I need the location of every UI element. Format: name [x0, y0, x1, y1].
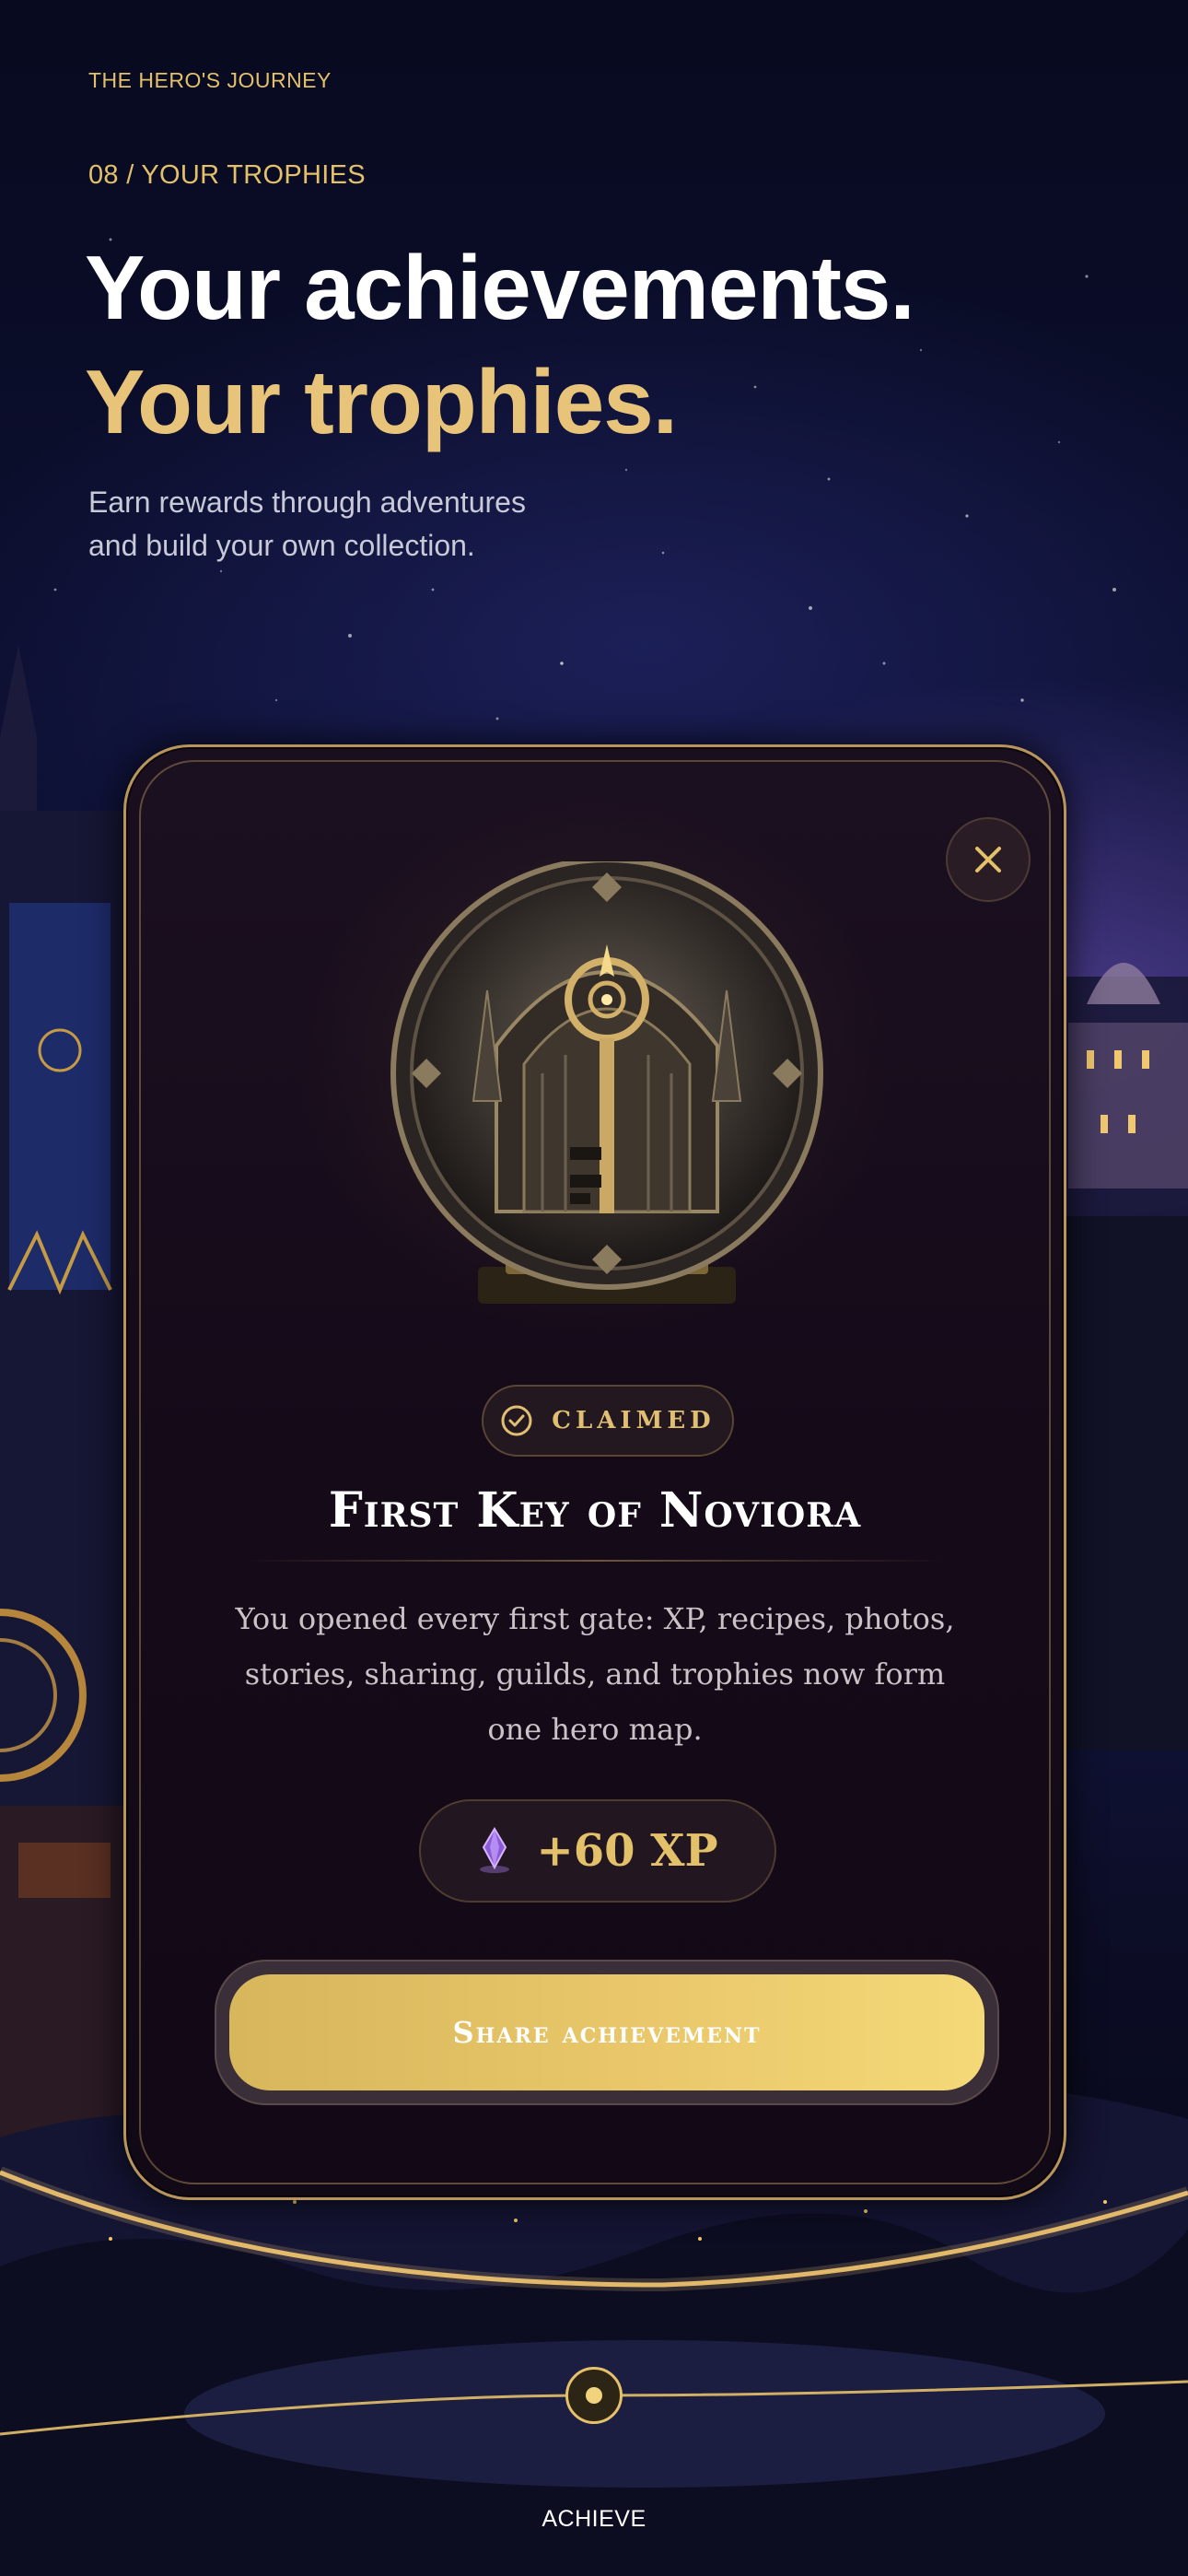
share-button-frame: Share achievement: [215, 1960, 999, 2105]
page-subtitle: Earn rewards through adventures and buil…: [88, 481, 678, 568]
xp-reward-label: +60 XP: [536, 1825, 718, 1877]
crystal-icon: [480, 1827, 510, 1873]
journey-node-button[interactable]: [565, 2367, 623, 2424]
key-medallion-icon: [386, 861, 828, 1304]
claimed-status-label: CLAIMED: [552, 1407, 716, 1434]
achievement-modal-inner: CLAIMED First Key of Noviora You opened …: [139, 760, 1051, 2184]
app-eyebrow: THE HERO'S JOURNEY: [88, 68, 332, 92]
trophies-screen: THE HERO'S JOURNEY 08 / YOUR TROPHIES Yo…: [0, 0, 1188, 2576]
achievement-title: First Key of Noviora: [328, 1482, 862, 1539]
check-circle-icon: [501, 1405, 532, 1436]
nav-label-achieve: ACHIEVE: [542, 2506, 646, 2532]
headline-line-1: Your achievements.: [85, 237, 915, 338]
claimed-status-badge: CLAIMED: [482, 1385, 734, 1457]
achievement-description: You opened every first gate: XP, recipes…: [235, 1601, 955, 1747]
achievement-modal: CLAIMED First Key of Noviora You opened …: [123, 744, 1066, 2200]
subtitle-line-1: Earn rewards through adventures: [88, 486, 526, 519]
share-achievement-button[interactable]: Share achievement: [229, 1974, 984, 2090]
subtitle-line-2: and build your own collection.: [88, 529, 475, 562]
headline-line-2: Your trophies.: [85, 351, 678, 452]
castle-right-scenery: [1050, 963, 1188, 1751]
xp-reward-pill: +60 XP: [419, 1799, 776, 1903]
close-button[interactable]: [946, 817, 1031, 902]
share-achievement-label: Share achievement: [452, 2015, 762, 2050]
journey-node-icon: [586, 2387, 602, 2404]
title-divider: [242, 1560, 948, 1562]
close-icon: [975, 847, 1001, 872]
page-headline: Your achievements. Your trophies.: [85, 230, 915, 459]
section-label: 08 / YOUR TROPHIES: [88, 160, 366, 190]
